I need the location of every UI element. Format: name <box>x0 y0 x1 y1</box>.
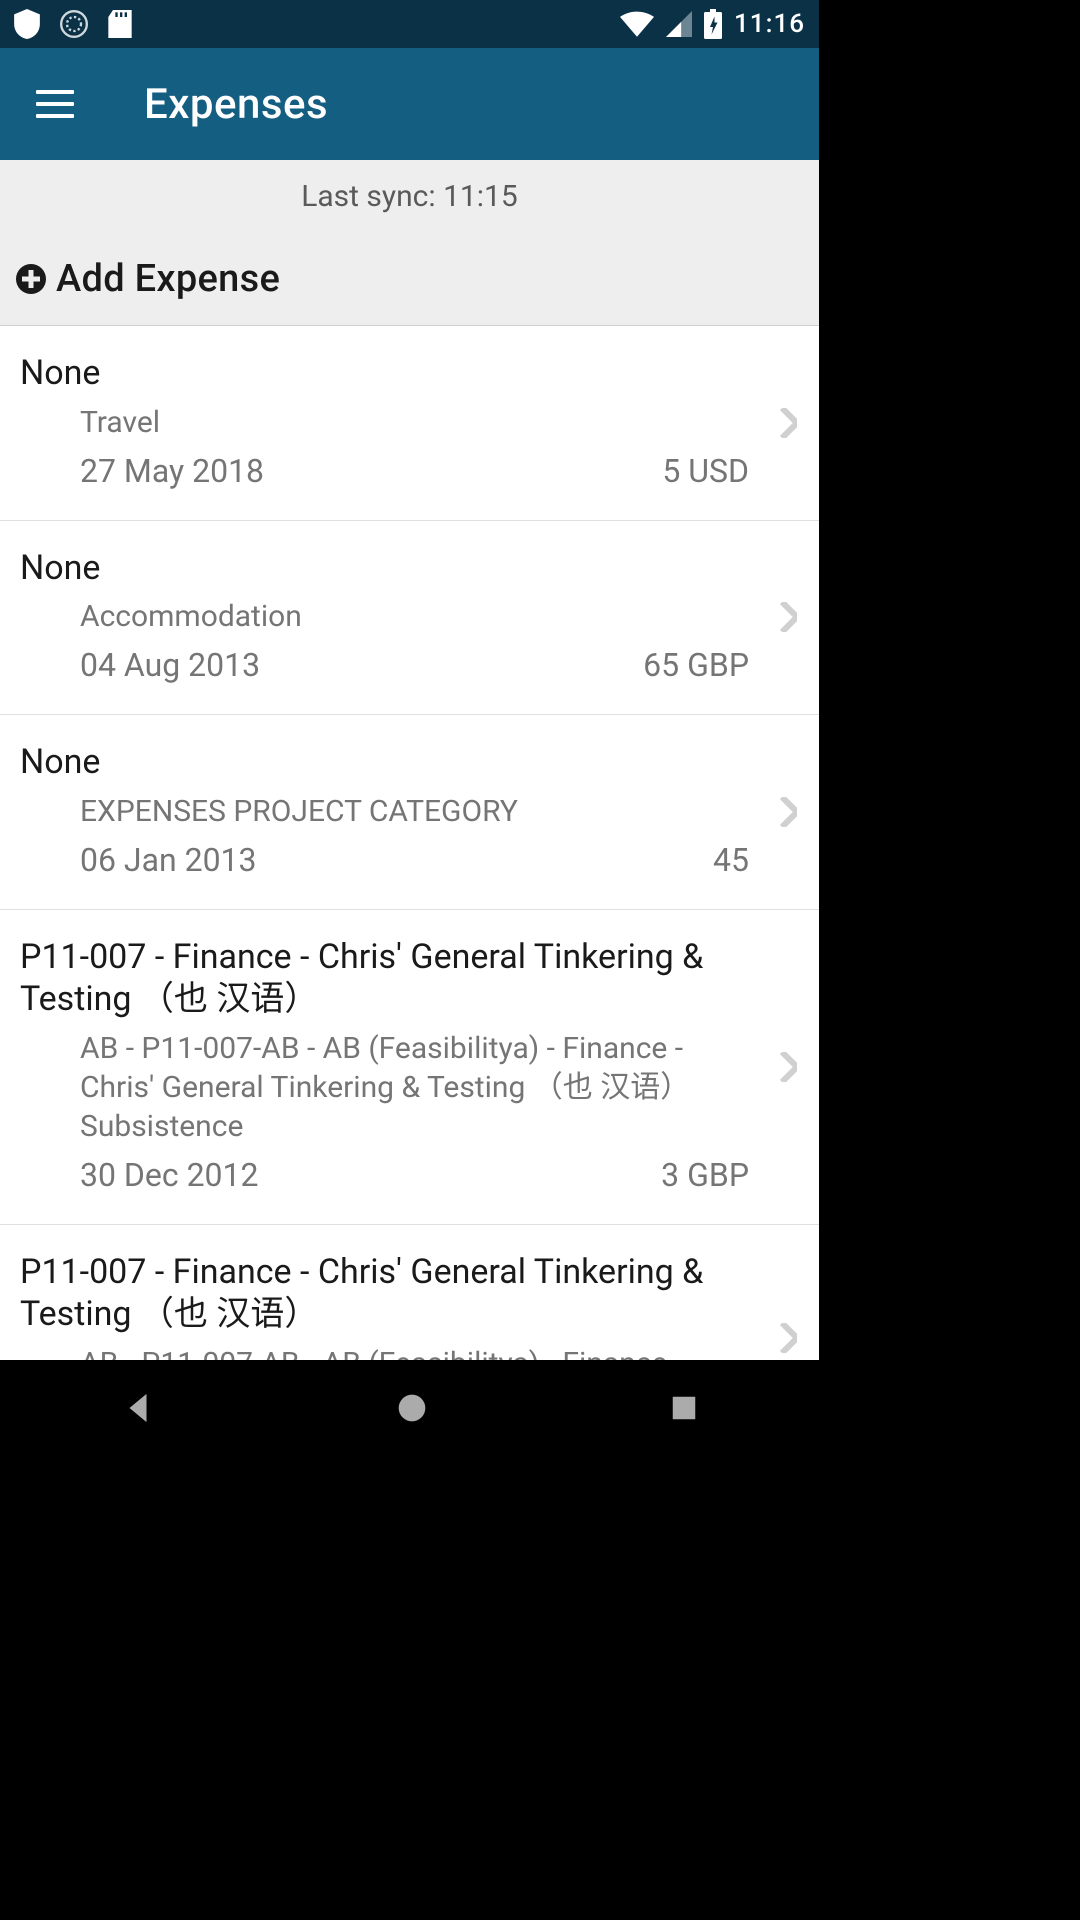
expense-title: None <box>20 741 749 784</box>
expense-title: P11-007 - Finance - Chris' General Tinke… <box>20 1251 749 1336</box>
status-bar: 11:16 <box>0 0 819 48</box>
expense-date: 04 Aug 2013 <box>80 646 260 684</box>
expense-amount: 5 USD <box>662 452 749 490</box>
expense-subtitle: AB - P11-007-AB - AB (Feasibilitya) - Fi… <box>20 1029 749 1146</box>
expense-list: None Travel 27 May 2018 5 USD None Accom… <box>0 326 819 1360</box>
chevron-right-icon <box>779 797 797 827</box>
expense-subtitle: Travel <box>20 403 749 442</box>
expense-item[interactable]: P11-007 - Finance - Chris' General Tinke… <box>0 910 819 1225</box>
add-expense-label: Add Expense <box>56 257 280 301</box>
chevron-right-icon <box>779 602 797 632</box>
expense-date: 06 Jan 2013 <box>80 841 257 879</box>
expense-amount: 3 GBP <box>661 1156 749 1194</box>
sync-icon <box>60 10 88 38</box>
wifi-icon <box>620 11 654 37</box>
expense-item[interactable]: None Accommodation 04 Aug 2013 65 GBP <box>0 521 819 716</box>
status-right-group: 11:16 <box>620 9 805 39</box>
expense-title: None <box>20 352 749 395</box>
expense-meta: 04 Aug 2013 65 GBP <box>20 646 749 684</box>
sync-row: Last sync: 11:15 <box>0 160 819 232</box>
expense-item[interactable]: None EXPENSES PROJECT CATEGORY 06 Jan 20… <box>0 715 819 910</box>
expense-amount: 65 GBP <box>643 646 749 684</box>
add-expense-button[interactable]: Add Expense <box>0 232 819 326</box>
expense-meta: 06 Jan 2013 45 <box>20 841 749 879</box>
chevron-right-icon <box>779 1052 797 1082</box>
expense-item[interactable]: None Travel 27 May 2018 5 USD <box>0 326 819 521</box>
expense-title: P11-007 - Finance - Chris' General Tinke… <box>20 936 749 1021</box>
recent-apps-icon[interactable] <box>669 1393 699 1423</box>
chevron-right-icon <box>779 1323 797 1353</box>
expense-amount: 45 <box>713 841 749 879</box>
expense-subtitle: AB - P11-007-AB - AB (Feasibilitya) - Fi… <box>20 1344 749 1361</box>
app-bar: Expenses <box>0 48 819 160</box>
android-nav-bar <box>0 1360 819 1456</box>
chevron-right-icon <box>779 408 797 438</box>
cell-signal-icon <box>666 11 692 37</box>
last-sync-label: Last sync: 11:15 <box>301 179 518 214</box>
shield-icon <box>14 9 40 39</box>
expense-subtitle: EXPENSES PROJECT CATEGORY <box>20 792 749 831</box>
menu-icon[interactable] <box>36 90 74 118</box>
screen: 11:16 Expenses Last sync: 11:15 Add Expe… <box>0 0 819 1456</box>
back-icon[interactable] <box>121 1391 155 1425</box>
page-title: Expenses <box>144 80 328 129</box>
battery-charging-icon <box>704 9 722 39</box>
expense-meta: 27 May 2018 5 USD <box>20 452 749 490</box>
expense-item[interactable]: P11-007 - Finance - Chris' General Tinke… <box>0 1225 819 1361</box>
sd-card-icon <box>108 10 132 38</box>
expense-meta: 30 Dec 2012 3 GBP <box>20 1156 749 1194</box>
home-icon[interactable] <box>396 1392 428 1424</box>
status-clock: 11:16 <box>734 9 805 39</box>
expense-title: None <box>20 547 749 590</box>
status-left-group <box>14 9 132 39</box>
expense-date: 27 May 2018 <box>80 452 264 490</box>
plus-circle-icon <box>16 264 46 294</box>
expense-date: 30 Dec 2012 <box>80 1156 259 1194</box>
expense-subtitle: Accommodation <box>20 597 749 636</box>
